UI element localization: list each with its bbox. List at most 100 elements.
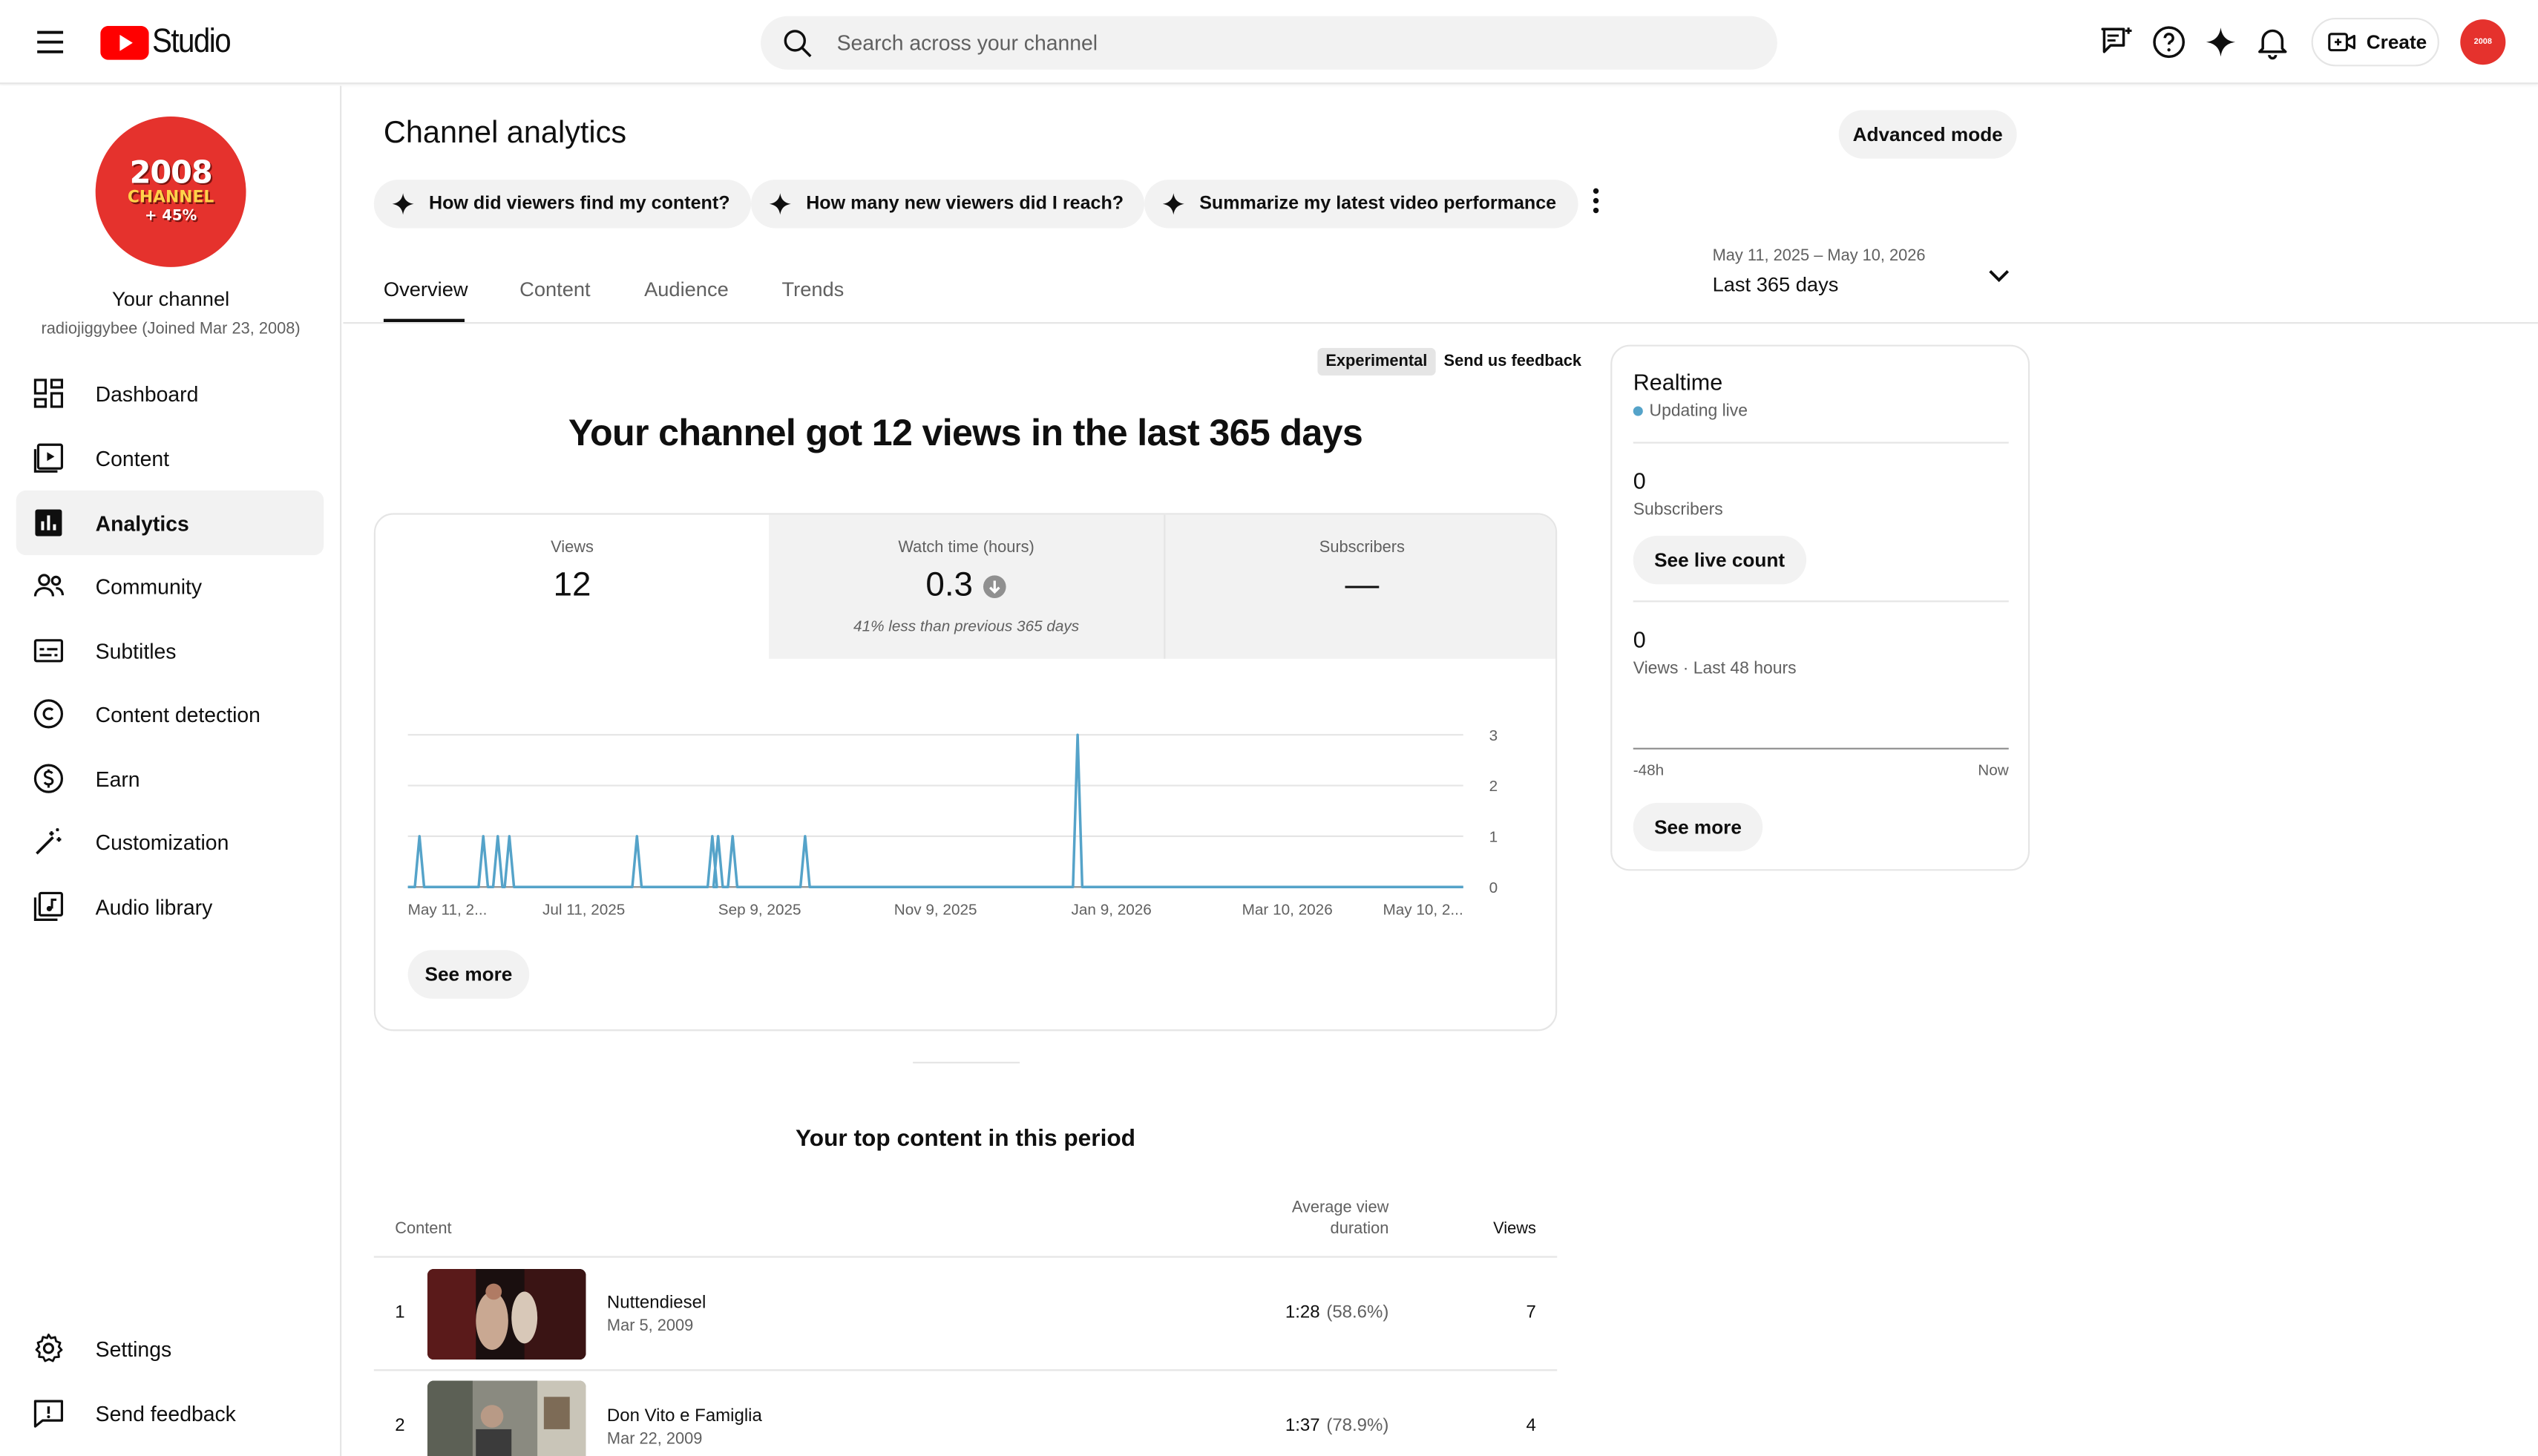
sidebar-item-content-detection[interactable]: Content detection [16, 681, 324, 746]
data-point[interactable] [418, 835, 421, 838]
views-series-line [407, 733, 1463, 888]
sidebar-item-label: Dashboard [95, 381, 199, 406]
see-live-count-button[interactable]: See live count [1633, 535, 1806, 585]
data-point[interactable] [804, 835, 807, 838]
tab-overview[interactable]: Overview [384, 278, 468, 301]
metric-subscribers[interactable]: Subscribers — [1164, 514, 1556, 659]
data-point[interactable] [1076, 733, 1079, 736]
sparkle-icon [392, 193, 414, 215]
y-tick-label: 2 [1489, 778, 1498, 795]
sidebar-item-label: Settings [95, 1336, 172, 1361]
studio-logo[interactable]: Studio [100, 23, 240, 62]
realtime-subscribers-value: 0 [1633, 468, 1646, 494]
sidebar-item-content[interactable]: Content [16, 426, 324, 491]
account-avatar-text: 2008 [2473, 36, 2492, 47]
x-tick-label: Nov 9, 2025 [894, 901, 977, 918]
data-point[interactable] [711, 835, 714, 838]
sidebar-item-label: Content detection [95, 701, 260, 727]
search-input[interactable] [836, 30, 1744, 56]
sidebar-item-customization[interactable]: Customization [16, 810, 324, 874]
column-header-views[interactable]: Views [1457, 1221, 1536, 1239]
channel-name: Your channel [112, 288, 230, 311]
sidebar-item-label: Community [95, 574, 203, 598]
data-point[interactable] [635, 835, 638, 838]
page-title: Channel analytics [383, 117, 627, 151]
data-point[interactable] [731, 835, 734, 838]
tab-trends[interactable]: Trends [781, 278, 844, 301]
sidebar-item-analytics[interactable]: Analytics [16, 490, 324, 556]
sidebar-item-community[interactable]: Community [16, 554, 324, 618]
date-range-selector[interactable]: May 11, 2025 – May 10, 2026 Last 365 day… [1713, 248, 1926, 296]
video-thumbnail[interactable] [427, 1268, 586, 1360]
sidebar-item-label: Send feedback [95, 1400, 236, 1426]
realtime-subscribers-label: Subscribers [1633, 499, 1723, 520]
avg-duration-percent: (78.9%) [1326, 1416, 1389, 1436]
help-icon[interactable] [2150, 23, 2188, 62]
x-tick-label: Sep 9, 2025 [718, 901, 801, 918]
realtime-title: Realtime [1633, 369, 1723, 396]
section-divider [913, 1061, 1020, 1063]
send-feedback-link[interactable]: Send us feedback [1444, 348, 1581, 376]
chip-label: Summarize my latest video performance [1199, 194, 1557, 214]
sparkle-icon[interactable] [2201, 23, 2240, 62]
video-title[interactable]: Don Vito e Famiglia [607, 1406, 762, 1426]
realtime-axis-start: -48h [1633, 762, 1665, 781]
sidebar-item-label: Analytics [95, 511, 189, 535]
row-rank: 2 [395, 1416, 405, 1436]
video-thumbnail[interactable] [427, 1380, 586, 1456]
top-bar: Studio Search across your channel Create… [0, 0, 2538, 85]
overview-card: Views 12 Watch time (hours) 0.3 41% less… [373, 513, 1558, 1032]
video-title[interactable]: Nuttendiesel [607, 1293, 706, 1313]
avg-duration-value: 1:37 [1285, 1416, 1320, 1436]
tab-content[interactable]: Content [519, 278, 590, 301]
avatar-line1: 2008 [129, 154, 213, 191]
realtime-see-more-button[interactable]: See more [1633, 802, 1763, 852]
channel-avatar[interactable]: 2008 CHANNEL + 45% [95, 117, 246, 267]
data-point[interactable] [496, 835, 499, 838]
more-options-icon[interactable] [1580, 185, 1613, 217]
sidebar-item-subtitles[interactable]: Subtitles [16, 618, 324, 683]
notifications-bell-icon[interactable] [2253, 23, 2292, 62]
sidebar-item-send-feedback[interactable]: Send feedback [16, 1380, 324, 1445]
suggestion-chip-new-viewers[interactable]: How many new viewers did I reach? [751, 180, 1145, 229]
create-button[interactable]: Create [2311, 17, 2439, 67]
data-point[interactable] [482, 835, 485, 838]
sparkle-icon [1162, 193, 1184, 215]
suggestion-chip-summarize[interactable]: Summarize my latest video performance [1144, 180, 1578, 229]
chevron-down-icon[interactable] [1983, 259, 2016, 292]
y-tick-label: 3 [1489, 727, 1498, 744]
metric-watch-time[interactable]: Watch time (hours) 0.3 41% less than pre… [769, 514, 1164, 659]
gear-icon [35, 1334, 63, 1362]
account-avatar[interactable]: 2008 [2460, 19, 2506, 65]
chip-label: How did viewers find my content? [428, 194, 730, 214]
experimental-badge: Experimental [1317, 347, 1436, 376]
column-header-avg-duration[interactable]: Average view duration [1230, 1199, 1389, 1238]
sidebar-item-settings[interactable]: Settings [16, 1316, 324, 1380]
suggestion-chip-find-content[interactable]: How did viewers find my content? [373, 180, 751, 229]
menu-icon[interactable] [30, 23, 69, 62]
metric-label: Views [551, 539, 594, 557]
sidebar-item-audio-library[interactable]: Audio library [16, 874, 324, 939]
magic-wand-icon [36, 828, 62, 855]
tabs-divider [343, 322, 2538, 324]
see-more-button[interactable]: See more [407, 950, 530, 999]
advanced-mode-button[interactable]: Advanced mode [1838, 110, 2017, 159]
sidebar-item-label: Audio library [95, 894, 213, 919]
data-point[interactable] [717, 835, 719, 838]
search-icon[interactable] [780, 25, 816, 61]
metric-views[interactable]: Views 12 [376, 515, 769, 659]
logo-text: Studio [152, 22, 232, 60]
sidebar-item-earn[interactable]: Earn [16, 746, 324, 810]
sidebar-item-dashboard[interactable]: Dashboard [16, 361, 324, 425]
dollar-icon [33, 764, 64, 793]
data-point[interactable] [508, 835, 511, 838]
feedback-icon [33, 1400, 64, 1428]
search-bar[interactable] [761, 16, 1777, 70]
sidebar: 2008 CHANNEL + 45% Your channel radiojig… [0, 85, 342, 1456]
tab-audience[interactable]: Audience [644, 278, 729, 301]
channel-handle: radiojiggybee (Joined Mar 23, 2008) [41, 320, 301, 338]
messages-icon[interactable] [2098, 23, 2137, 62]
column-header-avg-line2: duration [1330, 1220, 1389, 1239]
table-rule [373, 1369, 1558, 1371]
subtitles-icon [33, 639, 64, 663]
